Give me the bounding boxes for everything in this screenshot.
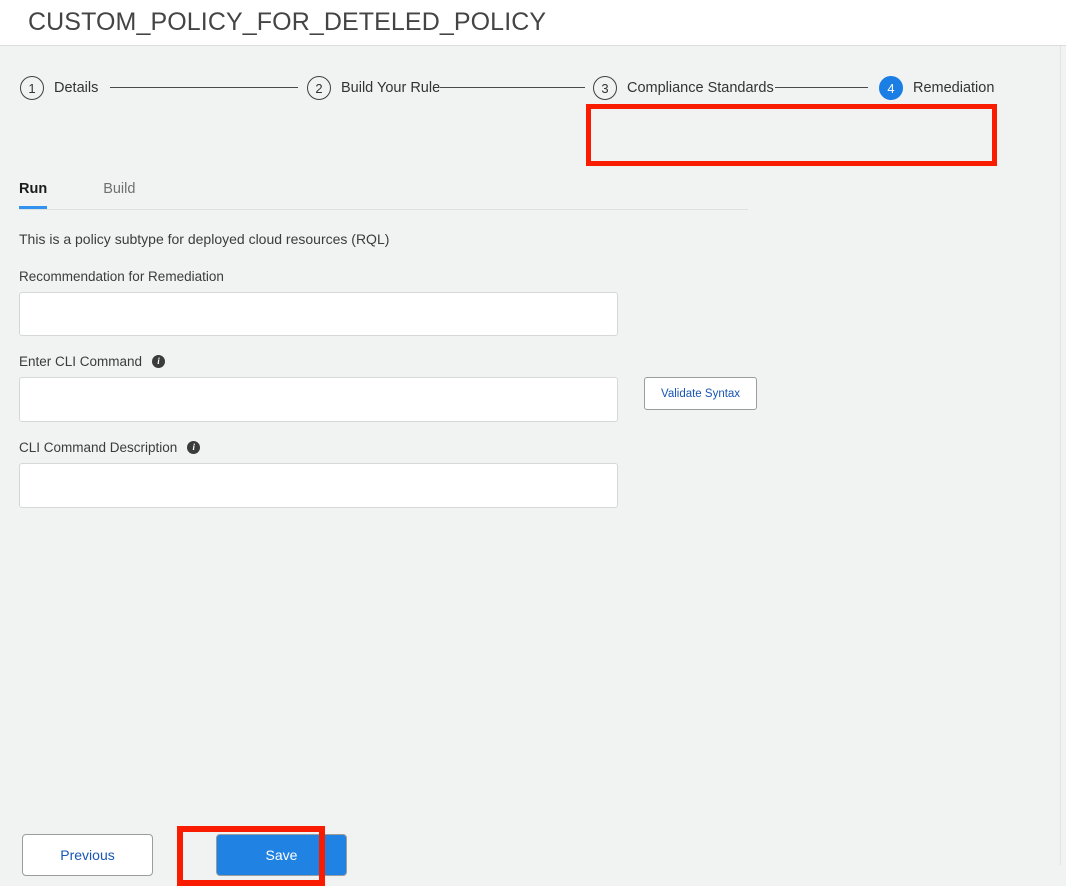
cli-description-textarea[interactable] bbox=[19, 463, 618, 508]
remediation-form: This is a policy subtype for deployed cl… bbox=[19, 231, 1019, 526]
step-number-1: 1 bbox=[20, 76, 44, 100]
label-enter-cli-command: Enter CLI Command i bbox=[19, 354, 1019, 369]
step-label-compliance-standards: Compliance Standards bbox=[627, 80, 774, 96]
label-text-cli-description: CLI Command Description bbox=[19, 440, 177, 455]
row-recommendation bbox=[19, 292, 1019, 336]
stepper-item-compliance-standards[interactable]: 3 Compliance Standards bbox=[593, 74, 774, 102]
step-label-remediation: Remediation bbox=[913, 80, 994, 96]
footer-actions: Previous Save bbox=[22, 834, 347, 876]
step-number-3: 3 bbox=[593, 76, 617, 100]
label-text-recommendation: Recommendation for Remediation bbox=[19, 269, 224, 284]
page-title: CUSTOM_POLICY_FOR_DETELED_POLICY bbox=[28, 8, 546, 37]
label-cli-command-description: CLI Command Description i bbox=[19, 440, 1019, 455]
wizard-stepper: 1 Details 2 Build Your Rule 3 Compliance… bbox=[0, 58, 1060, 120]
cli-command-textarea[interactable] bbox=[19, 377, 618, 422]
info-icon[interactable]: i bbox=[187, 441, 200, 454]
field-enter-cli-command: Enter CLI Command i Validate Syntax bbox=[19, 354, 1019, 422]
step-number-4: 4 bbox=[879, 76, 903, 100]
row-cli-command: Validate Syntax bbox=[19, 377, 1019, 422]
field-cli-command-description: CLI Command Description i bbox=[19, 440, 1019, 508]
right-rail-divider bbox=[1060, 46, 1061, 865]
policy-subtype-note: This is a policy subtype for deployed cl… bbox=[19, 231, 1019, 247]
step-connector-1-2 bbox=[110, 87, 298, 88]
page-body: 1 Details 2 Build Your Rule 3 Compliance… bbox=[0, 46, 1066, 865]
info-icon[interactable]: i bbox=[152, 355, 165, 368]
tab-bar: Run Build bbox=[19, 177, 748, 210]
tab-build[interactable]: Build bbox=[103, 177, 135, 209]
validate-syntax-button[interactable]: Validate Syntax bbox=[644, 377, 757, 410]
tab-run[interactable]: Run bbox=[19, 177, 47, 209]
step-label-build-your-rule: Build Your Rule bbox=[341, 80, 440, 96]
label-recommendation-for-remediation: Recommendation for Remediation bbox=[19, 269, 1019, 284]
label-text-cli-command: Enter CLI Command bbox=[19, 354, 142, 369]
step-connector-3-4 bbox=[775, 87, 868, 88]
previous-button[interactable]: Previous bbox=[22, 834, 153, 876]
stepper-item-build-your-rule[interactable]: 2 Build Your Rule bbox=[307, 74, 440, 102]
stepper-item-details[interactable]: 1 Details bbox=[20, 74, 98, 102]
stepper-item-remediation[interactable]: 4 Remediation bbox=[879, 74, 994, 102]
recommendation-textarea[interactable] bbox=[19, 292, 618, 336]
step-connector-2-3 bbox=[440, 87, 585, 88]
app-header: CUSTOM_POLICY_FOR_DETELED_POLICY bbox=[0, 0, 1066, 46]
save-button[interactable]: Save bbox=[216, 834, 347, 876]
field-recommendation-for-remediation: Recommendation for Remediation bbox=[19, 269, 1019, 336]
step-number-2: 2 bbox=[307, 76, 331, 100]
step-label-details: Details bbox=[54, 80, 98, 96]
row-cli-description bbox=[19, 463, 1019, 508]
